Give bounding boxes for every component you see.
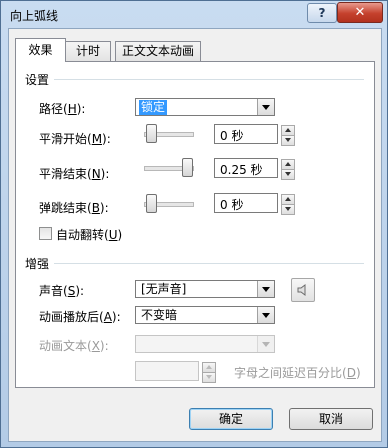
ok-button[interactable]: 确定 [189,408,273,430]
smooth-start-value: 0 秒 [220,129,244,143]
tab-panel-effect: 设置 路径(H): 锁定 平滑开始(M): 0 秒 平滑结束(N): 0.25 … [15,61,375,388]
smooth-end-label: 平滑结束(N): [39,165,109,182]
sound-volume-button[interactable] [291,278,315,302]
chevron-down-icon[interactable] [257,99,274,115]
bounce-end-spinner[interactable] [281,194,295,215]
close-button[interactable]: ✕ [337,2,383,23]
letter-delay-input[interactable] [135,361,216,383]
sound-label-text: 声音( [39,284,68,298]
auto-reverse-label-suffix: ) [117,228,123,242]
bounce-end-label: 弹跳结束(B): [39,199,109,216]
animate-text-dropdown[interactable] [135,335,275,353]
bounce-end-input[interactable]: 0 秒 [214,193,295,215]
sound-label: 声音(S): [39,282,84,299]
title-bar[interactable]: 向上弧线 ? ✕ [1,1,387,27]
letter-delay-spinner[interactable] [202,362,216,383]
smooth-start-label-key: M [91,132,103,146]
group-enhancements-divider [54,263,364,264]
letter-delay-label-suffix: ) [355,366,361,380]
sound-dropdown[interactable]: [无声音] [135,280,275,298]
path-dropdown-value: 锁定 [139,100,168,115]
dialog-body: 效果 计时 正文文本动画 设置 路径(H): 锁定 平滑开始(M): 0 秒 平… [8,28,382,442]
tab-timing[interactable]: 计时 [65,41,111,61]
group-enhancements-heading: 增强 [25,257,50,271]
spin-down-icon[interactable] [281,204,295,215]
smooth-end-slider-thumb[interactable] [182,158,193,177]
speaker-icon [297,284,306,296]
chevron-down-icon[interactable] [257,307,274,323]
smooth-start-spinner[interactable] [281,125,295,146]
help-button[interactable]: ? [307,3,337,23]
smooth-start-slider-thumb[interactable] [146,124,157,143]
bounce-end-label-key: B [91,201,100,215]
sound-label-suffix: ): [75,284,85,298]
tab-text-animation[interactable]: 正文文本动画 [115,41,201,61]
smooth-end-label-key: N [91,167,101,181]
animate-text-label-suffix: ): [99,339,109,353]
path-label-text: 路径( [39,102,68,116]
after-animation-dropdown[interactable]: 不变暗 [135,306,275,324]
animate-text-label-key: X [91,339,100,353]
path-dropdown[interactable]: 锁定 [135,98,275,116]
dialog-window: 向上弧线 ? ✕ 效果 计时 正文文本动画 设置 路径(H): 锁定 平滑开始(… [0,0,388,448]
letter-delay-label: 字母之间延迟百分比(D) [234,364,361,381]
tab-effect[interactable]: 效果 [15,38,66,62]
group-settings-heading: 设置 [25,73,50,87]
path-label: 路径(H): [39,100,85,117]
spin-down-icon[interactable] [202,372,216,383]
path-label-key: H [67,102,77,116]
smooth-end-value: 0.25 秒 [220,163,263,177]
letter-delay-label-key: D [346,366,356,380]
smooth-start-label-text: 平滑开始( [39,132,92,146]
sound-dropdown-value: [无声音] [141,282,187,296]
group-settings-divider [54,79,364,80]
chevron-down-icon[interactable] [257,281,274,297]
auto-reverse-checkbox[interactable] [39,227,52,240]
smooth-end-spinner[interactable] [281,159,295,180]
after-animation-label: 动画播放后(A): [39,308,121,325]
auto-reverse-label[interactable]: 自动翻转(U) [56,226,122,243]
smooth-start-label-suffix: ): [102,132,111,146]
spin-down-icon[interactable] [281,135,295,146]
after-animation-label-key: A [103,310,112,324]
after-animation-dropdown-value: 不变暗 [141,308,178,322]
letter-delay-label-text: 字母之间延迟百分比( [234,366,347,380]
chevron-down-icon [257,336,274,352]
bounce-end-label-text: 弹跳结束( [39,201,92,215]
animate-text-label-text: 动画文本( [39,339,92,353]
smooth-end-label-suffix: ): [100,167,110,181]
auto-reverse-label-text: 自动翻转( [56,228,109,242]
smooth-end-label-text: 平滑结束( [39,167,92,181]
bounce-end-slider-thumb[interactable] [146,194,157,213]
bounce-end-value: 0 秒 [220,198,244,212]
smooth-end-input[interactable]: 0.25 秒 [214,158,295,180]
animate-text-label: 动画文本(X): [39,337,109,354]
window-title: 向上弧线 [10,9,59,23]
spin-down-icon[interactable] [281,169,295,180]
smooth-start-input[interactable]: 0 秒 [214,124,295,146]
after-animation-label-suffix: ): [111,310,121,324]
after-animation-label-text: 动画播放后( [39,310,104,324]
path-label-suffix: ): [76,102,86,116]
smooth-start-label: 平滑开始(M): [39,130,111,147]
cancel-button[interactable]: 取消 [289,408,373,430]
bounce-end-label-suffix: ): [99,201,109,215]
